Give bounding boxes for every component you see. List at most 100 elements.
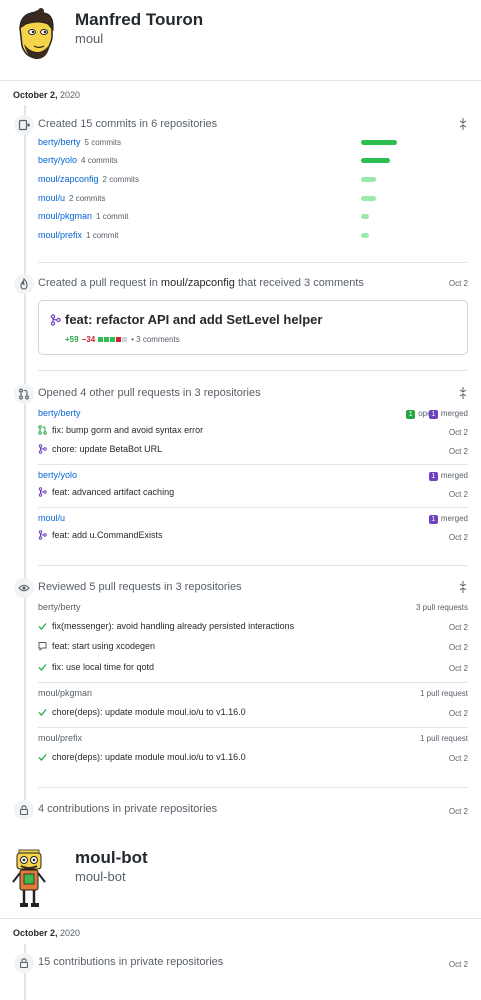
divider bbox=[38, 507, 468, 508]
comment-icon bbox=[38, 642, 47, 651]
fold-icon[interactable] bbox=[457, 387, 469, 399]
private-contributions: 15 contributions in private repositories bbox=[38, 956, 224, 968]
check-icon bbox=[38, 664, 47, 671]
review-count: 3 pull requests bbox=[415, 603, 468, 612]
check-icon bbox=[38, 754, 47, 761]
diffstat-bar bbox=[98, 335, 128, 344]
repo-name[interactable]: moul/prefix bbox=[38, 733, 82, 743]
pr-title-link[interactable]: fix: use local time for qotd bbox=[52, 662, 154, 672]
review-list-item: fix(messenger): avoid handling already p… bbox=[38, 621, 294, 631]
pr-list-item: feat: add u.CommandExists bbox=[38, 530, 163, 540]
pr-title-link[interactable]: fix: bump gorm and avoid syntax error bbox=[52, 425, 203, 435]
profile-header-user1: Manfred Touron moul bbox=[0, 0, 481, 80]
pr-date: Oct 2 bbox=[448, 533, 468, 542]
review-list-item: chore(deps): update module moul.io/u to … bbox=[38, 707, 246, 717]
divider bbox=[38, 370, 468, 371]
pull-request-icon bbox=[14, 384, 34, 404]
pr-title-link[interactable]: chore(deps): update module moul.io/u to … bbox=[52, 707, 246, 717]
timeline-line bbox=[24, 105, 26, 815]
merged-label: merged bbox=[440, 514, 468, 523]
pr-title-link[interactable]: chore: update BetaBot URL bbox=[52, 444, 162, 454]
pr-summary-prefix: Created a pull request in bbox=[38, 277, 161, 289]
private-contributions: 4 contributions in private repositories bbox=[38, 803, 218, 815]
pull-request-card[interactable]: feat: refactor API and add SetLevel help… bbox=[38, 300, 468, 355]
divider bbox=[0, 80, 481, 81]
pr-summary-suffix: that received 3 comments bbox=[234, 277, 364, 289]
period-date: October 2, 2020 bbox=[13, 90, 80, 100]
check-icon bbox=[38, 709, 47, 716]
pr-date: Oct 2 bbox=[448, 428, 468, 437]
repo-link[interactable]: berty/berty bbox=[38, 408, 81, 418]
repo-link[interactable]: berty/yolo bbox=[38, 155, 77, 165]
commit-count[interactable]: 5 commits bbox=[85, 138, 121, 147]
review-count: 1 pull request bbox=[419, 689, 468, 698]
merged-pr-icon bbox=[38, 530, 47, 540]
merged-count-badge: 1 merged bbox=[428, 471, 468, 481]
pr-title-link[interactable]: feat: start using xcodegen bbox=[52, 641, 155, 651]
divider bbox=[38, 262, 468, 263]
repo-name[interactable]: moul/pkgman bbox=[38, 688, 92, 698]
open-counter: 1 bbox=[406, 410, 416, 419]
review-date: Oct 2 bbox=[448, 643, 468, 652]
commit-repo-row: moul/zapconfig 2 commits bbox=[38, 174, 139, 184]
review-date: Oct 2 bbox=[448, 754, 468, 763]
pr-title-link[interactable]: feat: advanced artifact caching bbox=[52, 487, 174, 497]
commit-bar bbox=[361, 214, 369, 219]
additions: +59 bbox=[65, 335, 79, 344]
commit-count[interactable]: 4 commits bbox=[81, 156, 117, 165]
pr-date: Oct 2 bbox=[448, 447, 468, 456]
pr-title-link[interactable]: feat: add u.CommandExists bbox=[52, 530, 163, 540]
pr-repo-link[interactable]: moul/zapconfig bbox=[161, 277, 235, 289]
user-login: moul bbox=[75, 31, 104, 46]
lock-icon bbox=[14, 953, 34, 973]
pr-title-link[interactable]: fix(messenger): avoid handling already p… bbox=[52, 621, 294, 631]
fold-icon[interactable] bbox=[457, 118, 469, 130]
repo-link[interactable]: moul/prefix bbox=[38, 230, 82, 240]
commit-count[interactable]: 2 commits bbox=[103, 175, 139, 184]
merged-pr-icon bbox=[38, 487, 47, 497]
pr-date: Oct 2 bbox=[448, 490, 468, 499]
deletions: −34 bbox=[81, 335, 96, 344]
review-list-item: chore(deps): update module moul.io/u to … bbox=[38, 752, 246, 762]
commit-repo-row: moul/prefix 1 commit bbox=[38, 230, 118, 240]
repo-link[interactable]: berty/yolo bbox=[38, 470, 77, 480]
open-pr-icon bbox=[38, 425, 47, 435]
pr-summary: Created a pull request in moul/zapconfig… bbox=[38, 277, 364, 289]
review-list-item: feat: start using xcodegen bbox=[38, 641, 155, 651]
commit-count[interactable]: 1 commit bbox=[86, 231, 118, 240]
repo-link[interactable]: moul/u bbox=[38, 193, 65, 203]
review-date: Oct 2 bbox=[448, 709, 468, 718]
repo-link[interactable]: moul/pkgman bbox=[38, 211, 92, 221]
repo-link[interactable]: moul/zapconfig bbox=[38, 174, 99, 184]
divider bbox=[0, 918, 481, 919]
commit-count[interactable]: 2 commits bbox=[69, 194, 105, 203]
commit-bar bbox=[361, 177, 376, 182]
pr-date: Oct 2 bbox=[448, 279, 468, 288]
commit-bar bbox=[361, 196, 376, 201]
merged-counter: 1 bbox=[428, 515, 438, 524]
repo-name[interactable]: berty/berty bbox=[38, 602, 81, 612]
merged-label: merged bbox=[440, 409, 468, 418]
date-month-day: October 2, bbox=[13, 928, 58, 938]
merged-counter: 1 bbox=[428, 410, 438, 419]
fold-icon[interactable] bbox=[457, 581, 469, 593]
user-login: moul-bot bbox=[75, 869, 126, 884]
review-count: 1 pull request bbox=[419, 734, 468, 743]
pr-title-link[interactable]: chore(deps): update module moul.io/u to … bbox=[52, 752, 246, 762]
commit-count[interactable]: 1 commit bbox=[96, 212, 128, 221]
repo-link[interactable]: berty/berty bbox=[38, 137, 81, 147]
commit-bar bbox=[361, 158, 390, 163]
repo-link[interactable]: moul/u bbox=[38, 513, 65, 523]
commit-repo-row: moul/pkgman 1 commit bbox=[38, 211, 128, 221]
avatar-moul-bot[interactable] bbox=[10, 848, 48, 910]
merged-counter: 1 bbox=[428, 472, 438, 481]
flame-icon bbox=[14, 274, 34, 294]
review-list-item: fix: use local time for qotd bbox=[38, 662, 154, 672]
review-date: Oct 2 bbox=[448, 623, 468, 632]
divider bbox=[38, 464, 468, 465]
period-date: October 2, 2020 bbox=[13, 928, 80, 938]
lock-icon bbox=[14, 800, 34, 820]
pr-title-link[interactable]: feat: refactor API and add SetLevel help… bbox=[65, 312, 322, 327]
private-date: Oct 2 bbox=[448, 960, 468, 969]
avatar-manfred[interactable] bbox=[8, 8, 62, 62]
